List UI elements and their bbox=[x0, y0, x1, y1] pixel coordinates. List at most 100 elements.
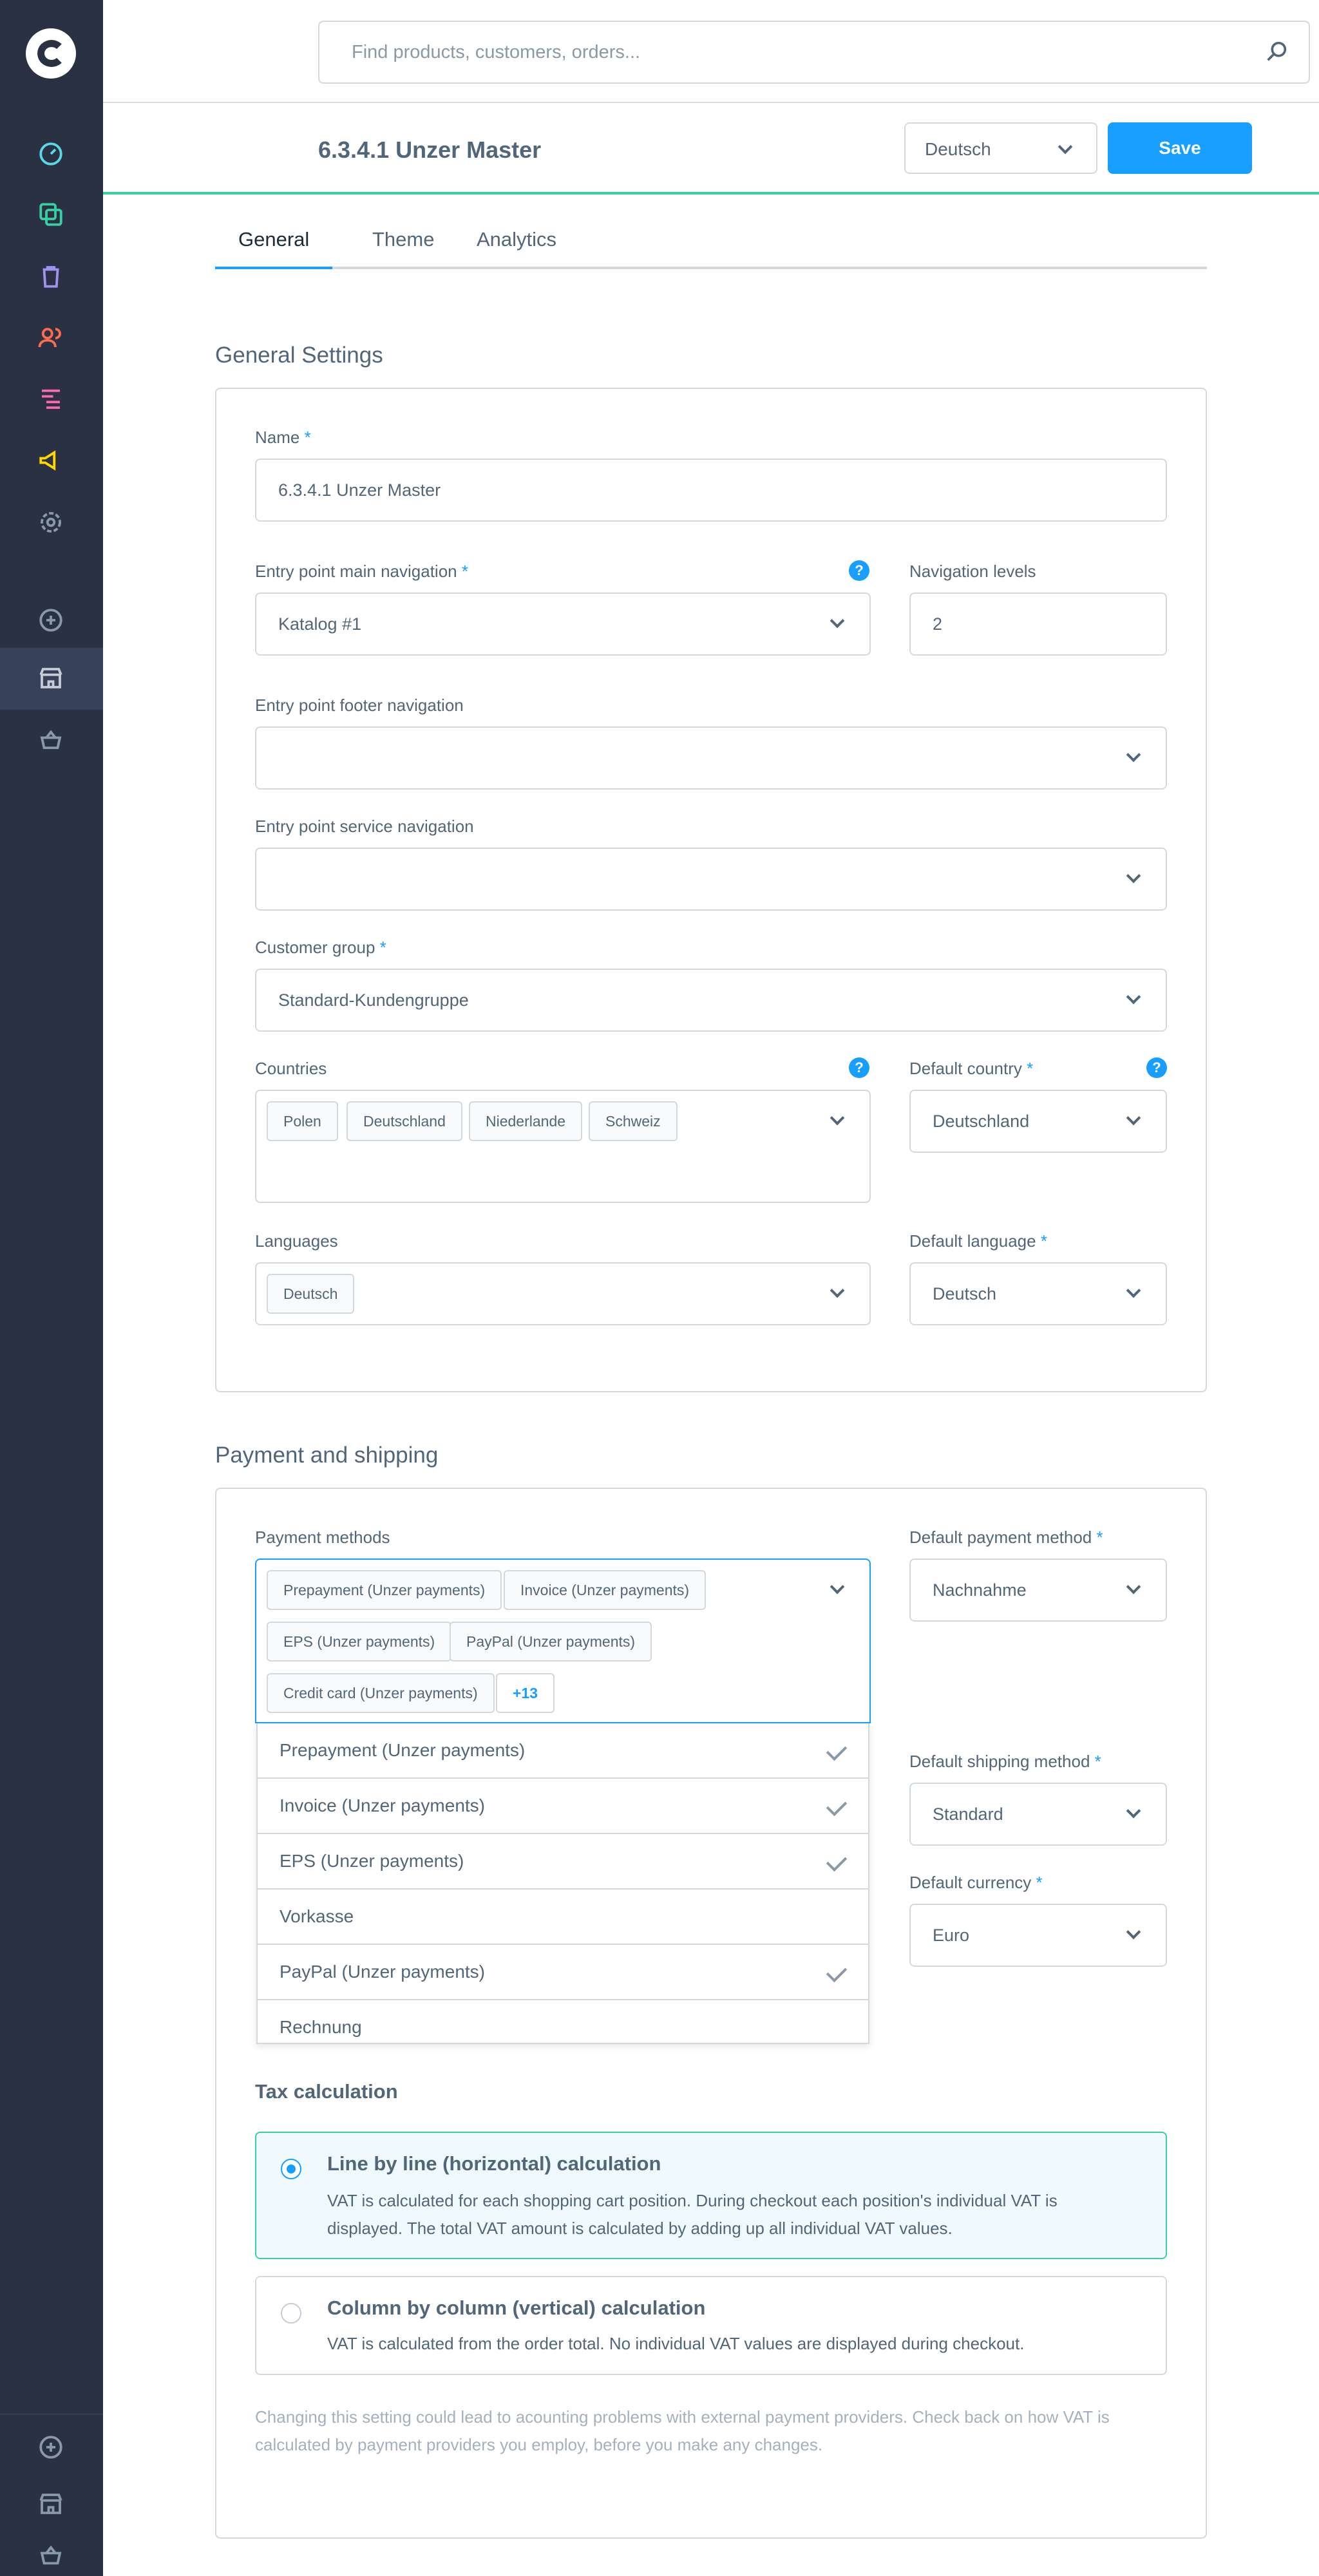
payment-methods-label: Payment methods bbox=[255, 1528, 390, 1547]
languages-label: Languages bbox=[255, 1231, 338, 1251]
name-input[interactable]: 6.3.4.1 Unzer Master bbox=[255, 459, 1167, 522]
entry-main-nav-label: Entry point main navigation * bbox=[255, 562, 468, 581]
search-input[interactable] bbox=[319, 22, 1221, 82]
check-icon bbox=[826, 1961, 848, 1983]
dashboard-icon[interactable] bbox=[36, 139, 66, 169]
tax-option-horizontal-title: Line by line (horizontal) calculation bbox=[327, 2152, 661, 2175]
top-bar bbox=[103, 0, 1319, 103]
check-icon bbox=[826, 1739, 848, 1761]
service-nav-label: Entry point service navigation bbox=[255, 817, 474, 836]
sidebar-footer bbox=[0, 2414, 103, 2576]
dropdown-option[interactable]: PayPal (Unzer payments) bbox=[258, 1945, 868, 2000]
chevron-down-icon bbox=[1126, 1110, 1141, 1126]
dropdown-option[interactable]: Vorkasse bbox=[258, 1889, 868, 1945]
add-sales-channel-icon[interactable] bbox=[36, 605, 66, 635]
payment-shipping-title: Payment and shipping bbox=[215, 1443, 439, 1468]
check-icon bbox=[826, 1850, 848, 1872]
payment-methods-dropdown: Prepayment (Unzer payments) Invoice (Unz… bbox=[256, 1723, 869, 2044]
tab-bar: General Theme Analytics bbox=[215, 216, 1207, 269]
radio-vertical[interactable] bbox=[281, 2303, 301, 2324]
default-payment-label: Default payment method * bbox=[909, 1528, 1103, 1547]
language-switch[interactable]: Deutsch bbox=[904, 122, 1097, 174]
default-shipping-label: Default shipping method * bbox=[909, 1752, 1101, 1771]
tax-option-vertical-title: Column by column (vertical) calculation bbox=[327, 2297, 706, 2319]
payment-chip[interactable]: Credit card (Unzer payments) bbox=[267, 1673, 495, 1713]
tab-theme[interactable]: Theme bbox=[349, 228, 457, 269]
help-icon[interactable]: ? bbox=[1146, 1057, 1167, 1078]
help-icon[interactable]: ? bbox=[849, 1057, 869, 1078]
tab-general[interactable]: General bbox=[215, 228, 333, 269]
search-icon[interactable] bbox=[1264, 39, 1289, 64]
dropdown-option[interactable]: Invoice (Unzer payments) bbox=[258, 1779, 868, 1834]
nav-levels-input[interactable]: 2 bbox=[909, 592, 1167, 656]
shopware-logo[interactable] bbox=[26, 28, 76, 79]
chevron-down-icon bbox=[830, 1579, 845, 1595]
customer-group-label: Customer group * bbox=[255, 938, 386, 957]
page-title: 6.3.4.1 Unzer Master bbox=[318, 137, 542, 163]
headless-basket-icon[interactable] bbox=[36, 725, 66, 755]
default-shipping-select[interactable]: Standard bbox=[909, 1783, 1167, 1846]
content-icon[interactable] bbox=[36, 384, 66, 413]
chevron-down-icon bbox=[830, 613, 845, 629]
name-label: Name * bbox=[255, 428, 311, 447]
chevron-down-icon bbox=[1126, 1924, 1141, 1940]
default-country-select[interactable]: Deutschland bbox=[909, 1090, 1167, 1153]
headless-basket-icon-bottom[interactable] bbox=[36, 2541, 66, 2570]
nav-levels-label: Navigation levels bbox=[909, 562, 1036, 581]
payment-chip[interactable]: PayPal (Unzer payments) bbox=[450, 1622, 652, 1662]
chevron-down-icon bbox=[1058, 139, 1073, 155]
service-nav-select[interactable] bbox=[255, 848, 1167, 911]
admin-sidebar bbox=[0, 0, 103, 2576]
check-icon bbox=[826, 1795, 848, 1817]
footer-nav-select[interactable] bbox=[255, 726, 1167, 790]
payment-chip[interactable]: Invoice (Unzer payments) bbox=[504, 1570, 707, 1610]
country-chip[interactable]: Niederlande bbox=[469, 1101, 583, 1141]
tab-analytics[interactable]: Analytics bbox=[453, 228, 580, 269]
storefront-icon-bottom[interactable] bbox=[36, 2489, 66, 2519]
marketing-icon[interactable] bbox=[36, 446, 66, 475]
chevron-down-icon bbox=[1126, 868, 1141, 884]
default-language-select[interactable]: Deutsch bbox=[909, 1262, 1167, 1325]
customer-group-select[interactable]: Standard-Kundengruppe bbox=[255, 969, 1167, 1032]
entry-main-nav-select[interactable]: Katalog #1 bbox=[255, 592, 871, 656]
default-currency-select[interactable]: Euro bbox=[909, 1904, 1167, 1967]
add-sales-channel-icon-bottom[interactable] bbox=[36, 2432, 66, 2462]
tax-hint-text: Changing this setting could lead to acou… bbox=[255, 2407, 1110, 2454]
country-chip[interactable]: Schweiz bbox=[589, 1101, 678, 1141]
settings-icon[interactable] bbox=[36, 507, 66, 537]
country-chip[interactable]: Deutschland bbox=[346, 1101, 462, 1141]
dropdown-option[interactable]: Prepayment (Unzer payments) bbox=[258, 1723, 868, 1779]
tax-option-horizontal[interactable]: Line by line (horizontal) calculation VA… bbox=[255, 2132, 1167, 2259]
catalogue-icon[interactable] bbox=[36, 200, 66, 229]
smart-bar: 6.3.4.1 Unzer Master Deutsch Save bbox=[103, 103, 1319, 194]
tax-option-vertical[interactable]: Column by column (vertical) calculation … bbox=[255, 2276, 1167, 2375]
dropdown-option[interactable]: Rechnung bbox=[258, 2000, 868, 2043]
global-search[interactable] bbox=[318, 21, 1310, 84]
help-icon[interactable]: ? bbox=[849, 560, 869, 581]
chevron-down-icon bbox=[1126, 747, 1141, 762]
chevron-down-icon bbox=[1126, 1283, 1141, 1298]
chevron-down-icon bbox=[1126, 989, 1141, 1005]
more-payment-chip[interactable]: +13 bbox=[496, 1673, 555, 1713]
customers-icon[interactable] bbox=[36, 323, 66, 353]
storefront-icon[interactable] bbox=[36, 663, 66, 693]
country-chip[interactable]: Polen bbox=[267, 1101, 338, 1141]
radio-horizontal[interactable] bbox=[281, 2159, 301, 2179]
payment-chip[interactable]: EPS (Unzer payments) bbox=[267, 1622, 452, 1662]
language-chip[interactable]: Deutsch bbox=[267, 1274, 355, 1314]
chevron-down-icon bbox=[830, 1283, 845, 1298]
chevron-down-icon bbox=[1126, 1579, 1141, 1595]
default-currency-label: Default currency * bbox=[909, 1873, 1043, 1892]
save-button[interactable]: Save bbox=[1108, 122, 1252, 174]
chevron-down-icon bbox=[830, 1110, 845, 1126]
countries-label: Countries bbox=[255, 1059, 327, 1078]
payment-chip[interactable]: Prepayment (Unzer payments) bbox=[267, 1570, 502, 1610]
tax-calculation-heading: Tax calculation bbox=[255, 2080, 398, 2103]
default-payment-select[interactable]: Nachnahme bbox=[909, 1558, 1167, 1622]
language-switch-value: Deutsch bbox=[925, 139, 991, 159]
orders-icon[interactable] bbox=[36, 261, 66, 291]
chevron-down-icon bbox=[1126, 1803, 1141, 1819]
tax-option-vertical-text: VAT is calculated from the order total. … bbox=[327, 2334, 1025, 2353]
dropdown-option[interactable]: EPS (Unzer payments) bbox=[258, 1834, 868, 1889]
tax-option-horizontal-text: VAT is calculated for each shopping cart… bbox=[327, 2191, 1058, 2238]
